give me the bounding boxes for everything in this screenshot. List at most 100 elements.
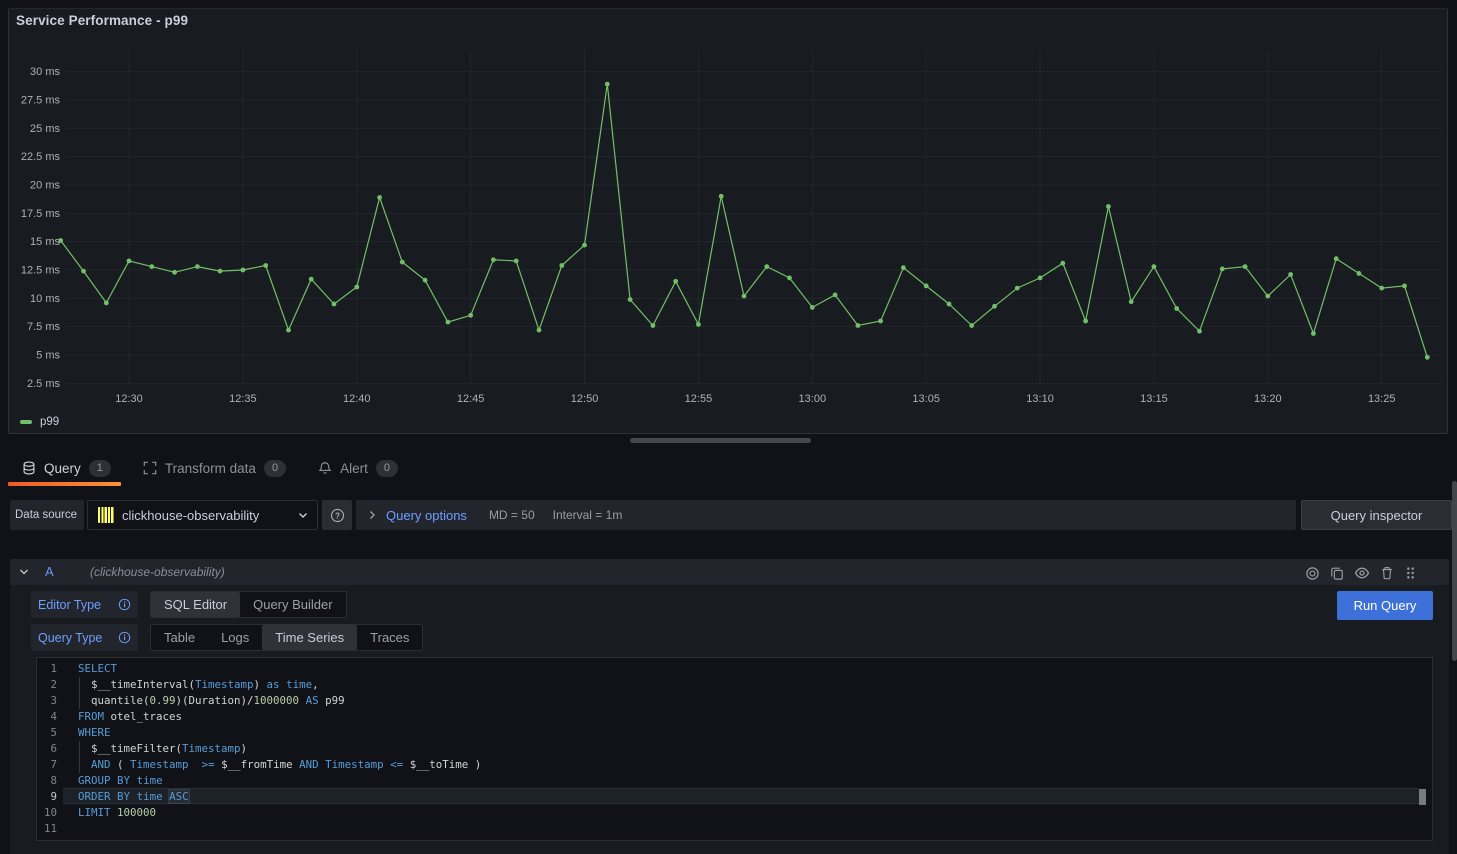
datasource-value: clickhouse-observability xyxy=(122,508,259,523)
horizontal-scrollbar[interactable] xyxy=(630,438,811,443)
option-traces[interactable]: Traces xyxy=(357,625,422,650)
tab-query[interactable]: Query1 xyxy=(22,460,111,477)
tab-count-badge: 0 xyxy=(376,460,398,477)
series-point xyxy=(901,265,906,270)
query-type-switch: TableLogsTime SeriesTraces xyxy=(150,624,423,651)
series-point xyxy=(127,259,132,264)
series-point xyxy=(1106,204,1111,209)
code-line-8[interactable]: 8GROUP BY time xyxy=(37,773,1432,789)
svg-text:?: ? xyxy=(335,511,340,520)
series-point xyxy=(924,284,929,289)
tab-transform-data[interactable]: Transform data0 xyxy=(143,460,286,477)
vertical-scrollbar[interactable] xyxy=(1452,481,1457,661)
series-point xyxy=(582,243,587,248)
option-time-series[interactable]: Time Series xyxy=(262,625,357,650)
duplicate-icon[interactable] xyxy=(1330,566,1344,580)
y-axis-label: 27.5 ms xyxy=(21,95,61,107)
series-point xyxy=(810,305,815,310)
info-circle-icon[interactable] xyxy=(118,598,131,611)
query-options-link[interactable]: Query options xyxy=(386,508,467,523)
line-number: 5 xyxy=(37,725,57,741)
code-line-2[interactable]: 2 $__timeInterval(Timestamp) as time, xyxy=(37,677,1432,693)
series-point xyxy=(1129,299,1134,304)
series-point xyxy=(491,257,496,262)
legend-swatch xyxy=(20,420,32,424)
series-point xyxy=(104,301,109,306)
query-row-header[interactable]: A (clickhouse-observability) xyxy=(10,559,1449,585)
code-line-5[interactable]: 5WHERE xyxy=(37,725,1432,741)
query-options-bar[interactable]: Query options MD = 50 Interval = 1m xyxy=(356,500,1296,530)
editor-overview-ruler[interactable] xyxy=(1419,659,1431,841)
code-line-10[interactable]: 10LIMIT 100000 xyxy=(37,805,1432,821)
x-axis-label: 13:20 xyxy=(1254,393,1282,405)
run-query-button[interactable]: Run Query xyxy=(1337,591,1433,620)
y-axis-label: 30 ms xyxy=(30,66,60,78)
option-query-builder[interactable]: Query Builder xyxy=(240,592,345,617)
record-circle-icon[interactable] xyxy=(1305,566,1320,581)
info-circle-icon[interactable] xyxy=(118,631,131,644)
series-point xyxy=(195,264,200,269)
code-line-6[interactable]: 6 $__timeFilter(Timestamp) xyxy=(37,741,1432,757)
trash-icon[interactable] xyxy=(1380,566,1394,580)
series-point xyxy=(696,322,701,327)
datasource-picker[interactable]: clickhouse-observability xyxy=(87,500,318,530)
code-line-3[interactable]: 3 quantile(0.99)(Duration)/1000000 AS p9… xyxy=(37,693,1432,709)
line-number: 7 xyxy=(37,757,57,773)
code-line-9[interactable]: 9ORDER BY time ASC xyxy=(37,789,1432,805)
active-tab-underline xyxy=(8,482,121,486)
series-point xyxy=(1015,286,1020,291)
tab-alert[interactable]: Alert 0 xyxy=(318,460,398,477)
x-axis-label: 12:55 xyxy=(685,393,713,405)
line-number: 4 xyxy=(37,709,57,725)
y-axis-label: 10 ms xyxy=(30,293,60,305)
series-point xyxy=(537,328,542,333)
tab-label: Alert xyxy=(340,461,368,476)
query-datasource-hint: (clickhouse-observability) xyxy=(90,565,225,579)
transform-icon xyxy=(143,461,157,475)
code-line-1[interactable]: 1SELECT xyxy=(37,661,1432,677)
eye-icon[interactable] xyxy=(1354,565,1370,581)
series-point xyxy=(719,194,724,199)
option-table[interactable]: Table xyxy=(151,625,208,650)
series-point xyxy=(787,276,792,281)
tab-bar: Query1 Transform data0 Alert 0 xyxy=(22,452,398,484)
y-axis-label: 12.5 ms xyxy=(21,264,61,276)
x-axis-label: 13:00 xyxy=(799,393,827,405)
y-axis-label: 15 ms xyxy=(30,236,60,248)
collapse-chevron-icon[interactable] xyxy=(18,566,30,578)
y-axis-label: 2.5 ms xyxy=(27,378,61,390)
drag-handle-icon[interactable] xyxy=(1404,566,1417,580)
code-line-4[interactable]: 4FROM otel_traces xyxy=(37,709,1432,725)
clickhouse-logo-icon xyxy=(98,507,114,523)
series-point xyxy=(332,302,337,307)
editor-type-label: Editor Type xyxy=(31,591,138,618)
code-line-11[interactable]: 11 xyxy=(37,821,1432,837)
x-axis-label: 13:10 xyxy=(1026,393,1054,405)
query-options-md: MD = 50 xyxy=(489,508,535,522)
series-point xyxy=(149,264,154,269)
series-point xyxy=(218,269,223,274)
editor-type-label-text: Editor Type xyxy=(38,598,101,612)
series-point xyxy=(423,278,428,283)
query-inspector-button[interactable]: Query inspector xyxy=(1301,500,1452,530)
series-point xyxy=(1379,286,1384,291)
series-point xyxy=(742,294,747,299)
legend-label[interactable]: p99 xyxy=(40,416,59,428)
y-axis-label: 7.5 ms xyxy=(27,321,61,333)
datasource-help-button[interactable]: ? xyxy=(322,500,352,530)
tab-count-badge: 0 xyxy=(264,460,286,477)
series-point xyxy=(833,293,838,298)
x-axis-label: 12:40 xyxy=(343,393,371,405)
option-sql-editor[interactable]: SQL Editor xyxy=(151,592,240,617)
y-axis-label: 20 ms xyxy=(30,180,60,192)
code-line-7[interactable]: 7 AND ( Timestamp >= $__fromTime AND Tim… xyxy=(37,757,1432,773)
tab-label: Query xyxy=(44,461,81,476)
series-point xyxy=(514,259,519,264)
series-point xyxy=(309,277,314,282)
query-ref-id[interactable]: A xyxy=(45,564,54,579)
series-point xyxy=(377,195,382,200)
series-point xyxy=(354,285,359,290)
series-point xyxy=(1265,294,1270,299)
option-logs[interactable]: Logs xyxy=(208,625,262,650)
sql-editor[interactable]: 1SELECT2 $__timeInterval(Timestamp) as t… xyxy=(36,657,1433,841)
